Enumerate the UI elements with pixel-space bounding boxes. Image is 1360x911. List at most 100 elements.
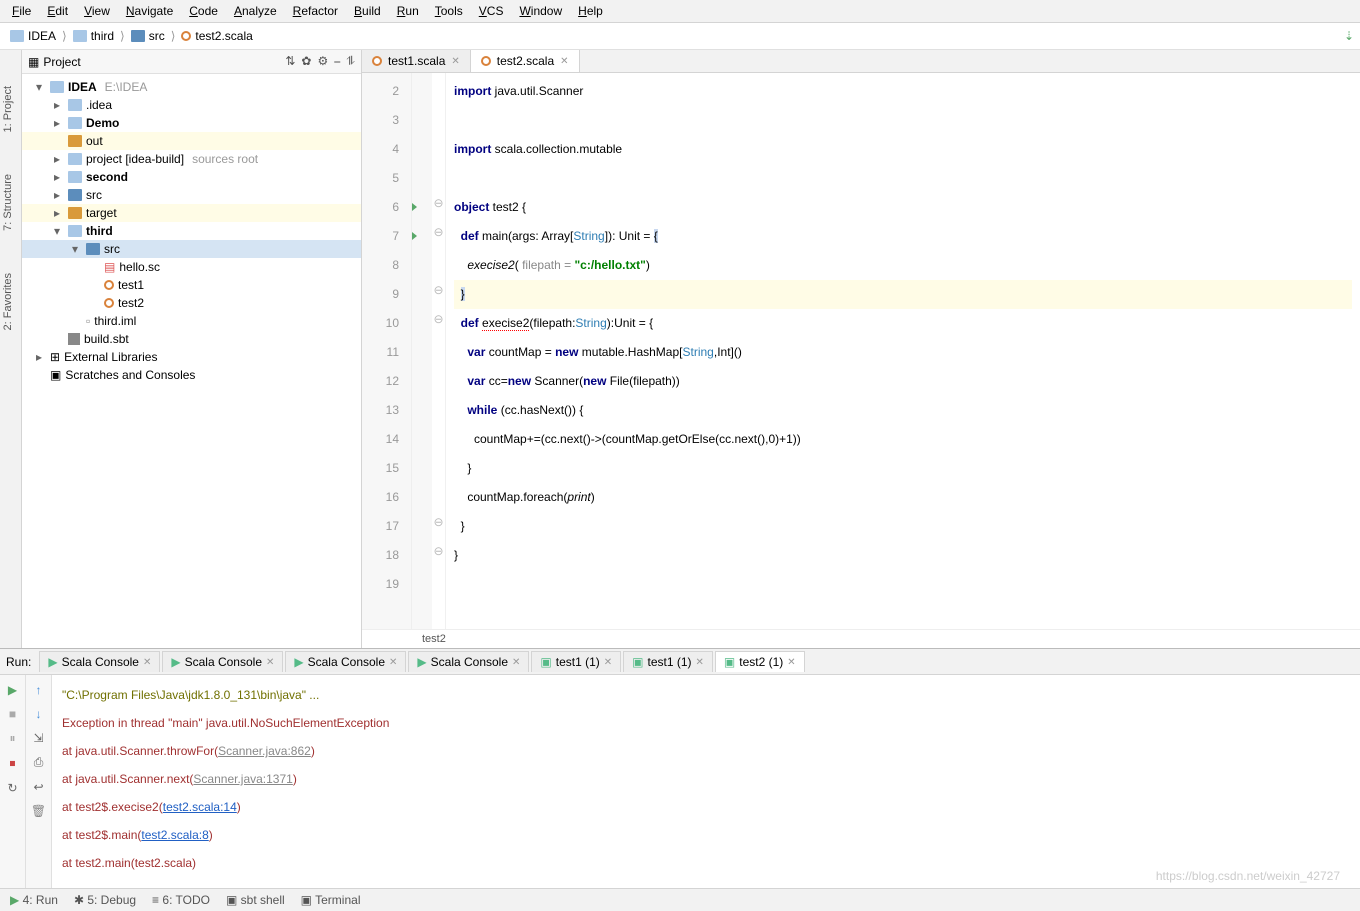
tree-twisty[interactable]: ▾ — [68, 242, 82, 256]
status-item[interactable]: ▣ sbt shell — [226, 893, 285, 907]
close-icon[interactable]: ✕ — [266, 657, 274, 668]
run-tab[interactable]: ▣test1 (1)✕ — [531, 651, 621, 672]
down-icon[interactable]: ↓ — [36, 707, 42, 721]
tree-twisty[interactable]: ▸ — [50, 206, 64, 220]
tree-twisty[interactable]: ▸ — [50, 152, 64, 166]
restart-icon[interactable]: ↻ — [7, 781, 17, 795]
tree-twisty[interactable]: ▸ — [32, 350, 46, 364]
panel-tool-icon[interactable]: ⎯ — [334, 54, 340, 69]
menu-analyze[interactable]: Analyze — [228, 2, 283, 20]
menu-vcs[interactable]: VCS — [473, 2, 510, 20]
run-tab[interactable]: ▣test1 (1)✕ — [623, 651, 713, 672]
tree-node-src[interactable]: ▸src — [22, 186, 361, 204]
tree-twisty[interactable]: ▸ — [50, 170, 64, 184]
run-tab[interactable]: ▣test2 (1)✕ — [715, 651, 805, 672]
menu-refactor[interactable]: Refactor — [287, 2, 344, 20]
tree-twisty[interactable]: ▸ — [50, 188, 64, 202]
stacktrace-link[interactable]: Scanner.java:1371 — [193, 772, 292, 786]
run-line-icon[interactable] — [412, 232, 417, 240]
tree-twisty[interactable]: ▸ — [50, 98, 64, 112]
tree-node-third-iml[interactable]: ▫third.iml — [22, 312, 361, 330]
close-icon[interactable]: ✕ — [451, 56, 459, 67]
menu-build[interactable]: Build — [348, 2, 387, 20]
wrap-icon[interactable]: ↩ — [33, 780, 43, 794]
editor-tab-test2.scala[interactable]: test2.scala✕ — [471, 50, 580, 72]
tool-tab[interactable]: 7: Structure — [0, 168, 21, 237]
tree-node-scratches-and-consoles[interactable]: ▣Scratches and Consoles — [22, 366, 361, 384]
tree-node-test1[interactable]: test1 — [22, 276, 361, 294]
code-area[interactable]: import java.util.Scanner import scala.co… — [446, 73, 1360, 629]
menu-navigate[interactable]: Navigate — [120, 2, 179, 20]
status-item[interactable]: ✱ 5: Debug — [74, 893, 136, 907]
close-icon[interactable]: ✕ — [696, 657, 704, 668]
menu-run[interactable]: Run — [391, 2, 425, 20]
tree-node-third[interactable]: ▾third — [22, 222, 361, 240]
line-number-gutter[interactable]: 2345678910111213141516171819 — [362, 73, 412, 629]
menu-tools[interactable]: Tools — [429, 2, 469, 20]
close-icon[interactable]: ✕ — [512, 657, 520, 668]
pause-icon[interactable]: ⏸ — [9, 731, 15, 746]
run-tab[interactable]: ▶Scala Console✕ — [285, 651, 406, 672]
editor-breadcrumb[interactable]: test2 — [362, 629, 1360, 648]
status-item[interactable]: ≡ 6: TODO — [152, 893, 210, 907]
menu-edit[interactable]: Edit — [41, 2, 74, 20]
run-tab[interactable]: ▶Scala Console✕ — [408, 651, 529, 672]
status-item[interactable]: ▶ 4: Run — [10, 893, 58, 907]
run-gutter[interactable] — [412, 73, 432, 629]
menu-view[interactable]: View — [78, 2, 116, 20]
run-tab[interactable]: ▶Scala Console✕ — [39, 651, 160, 672]
breadcrumb-third[interactable]: third — [69, 27, 118, 45]
print-icon[interactable]: ⎙ — [34, 755, 44, 770]
rerun-icon[interactable]: ▶ — [8, 683, 17, 697]
tree-node-hello-sc[interactable]: ▤hello.sc — [22, 258, 361, 276]
stacktrace-link[interactable]: Scanner.java:862 — [218, 744, 311, 758]
tool-tab[interactable]: 1: Project — [0, 80, 21, 138]
up-icon[interactable]: ↑ — [36, 683, 42, 697]
stacktrace-link[interactable]: test2.scala:8 — [141, 828, 208, 842]
tool-tab[interactable]: 2: Favorites — [0, 267, 21, 336]
tree-node-target[interactable]: ▸target — [22, 204, 361, 222]
close-icon[interactable]: ✕ — [604, 657, 612, 668]
tree-node-demo[interactable]: ▸Demo — [22, 114, 361, 132]
run-line-icon[interactable] — [412, 203, 417, 211]
menu-code[interactable]: Code — [183, 2, 224, 20]
stacktrace-link[interactable]: test2.scala:14 — [163, 800, 237, 814]
export-icon[interactable]: ⇲ — [33, 731, 43, 745]
menu-window[interactable]: Window — [513, 2, 568, 20]
status-item[interactable]: ▣ Terminal — [301, 893, 361, 907]
fold-gutter[interactable]: ⊖⊖ ⊖⊖ ⊖⊖ — [432, 73, 446, 629]
editor-body[interactable]: 2345678910111213141516171819 ⊖⊖ ⊖⊖ ⊖⊖ im… — [362, 73, 1360, 629]
tree-node-test2[interactable]: test2 — [22, 294, 361, 312]
tree-node-idea[interactable]: ▾IDEAE:\IDEA — [22, 78, 361, 96]
panel-tool-icon[interactable]: ✿ — [301, 54, 311, 69]
tree-twisty[interactable]: ▸ — [50, 116, 64, 130]
close-icon[interactable]: ✕ — [389, 657, 397, 668]
tree-node-external-libraries[interactable]: ▸⊞External Libraries — [22, 348, 361, 366]
menu-file[interactable]: File — [6, 2, 37, 20]
tree-twisty[interactable]: ▾ — [50, 224, 64, 238]
run-tab[interactable]: ▶Scala Console✕ — [162, 651, 283, 672]
breadcrumb-src[interactable]: src — [127, 27, 169, 45]
stop-icon[interactable]: ■ — [9, 707, 16, 721]
tree-node--idea[interactable]: ▸.idea — [22, 96, 361, 114]
tree-node-second[interactable]: ▸second — [22, 168, 361, 186]
tree-node-src[interactable]: ▾src — [22, 240, 361, 258]
close-icon[interactable]: ✕ — [560, 56, 568, 67]
exit-icon[interactable]: ⏹ — [9, 756, 15, 771]
close-icon[interactable]: ✕ — [143, 657, 151, 668]
tree-twisty[interactable]: ▾ — [32, 80, 46, 94]
panel-tool-icon[interactable]: ⚙ — [317, 54, 328, 69]
close-icon[interactable]: ✕ — [787, 657, 795, 668]
breadcrumb-test2.scala[interactable]: test2.scala — [177, 27, 256, 45]
breadcrumb-idea[interactable]: IDEA — [6, 27, 60, 45]
console-output[interactable]: "C:\Program Files\Java\jdk1.8.0_131\bin\… — [52, 675, 1360, 888]
tree-node-out[interactable]: out — [22, 132, 361, 150]
project-tree[interactable]: ▾IDEAE:\IDEA▸.idea▸Demoout▸project [idea… — [22, 74, 361, 648]
tree-node-project--idea-build-[interactable]: ▸project [idea-build]sources root — [22, 150, 361, 168]
menu-help[interactable]: Help — [572, 2, 609, 20]
editor-tab-test1.scala[interactable]: test1.scala✕ — [362, 50, 471, 72]
build-icon[interactable]: ⇣ — [1344, 29, 1354, 43]
panel-tool-icon[interactable]: ⥮ — [346, 54, 355, 69]
panel-tool-icon[interactable]: ⇅ — [285, 54, 295, 69]
trash-icon[interactable]: 🗑 — [31, 804, 46, 818]
